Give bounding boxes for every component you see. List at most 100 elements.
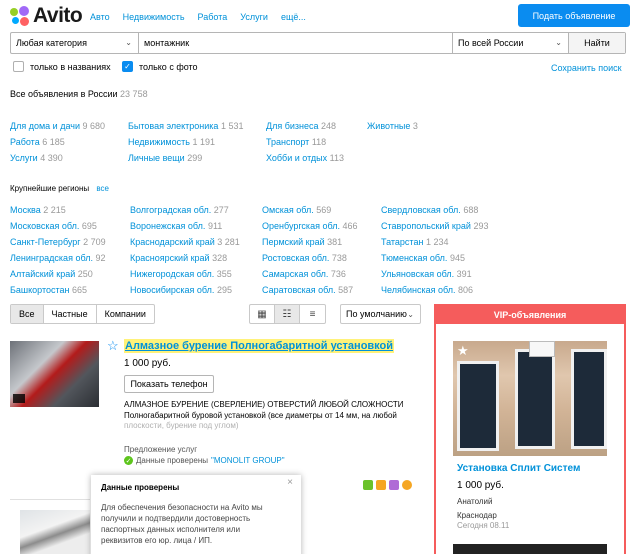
category-link[interactable]: Животные 3 (367, 121, 418, 131)
listing-photo[interactable] (10, 341, 99, 407)
vip-icon[interactable] (389, 480, 399, 490)
region-link[interactable]: Татарстан 1 234 (381, 237, 448, 247)
verified-label[interactable]: Данные проверены (136, 456, 208, 465)
region-link[interactable]: Московская обл. 695 (10, 221, 97, 231)
premium-icon[interactable] (402, 480, 412, 490)
category-link[interactable]: Работа 6 185 (10, 137, 65, 147)
region-link[interactable]: Воронежская обл. 911 (130, 221, 222, 231)
category-count: 113 (329, 153, 344, 163)
post-ad-button[interactable]: Подать объявление (518, 4, 630, 27)
category-link[interactable]: Хобби и отдых 113 (266, 153, 344, 163)
region-link[interactable]: Самарская обл. 736 (262, 269, 346, 279)
view-switcher: ▦ ☷ ≡ (249, 304, 326, 324)
video-icon (13, 394, 25, 403)
tab-private[interactable]: Частные (44, 305, 97, 323)
category-link[interactable]: Для бизнеса 248 (266, 121, 336, 131)
nav-jobs[interactable]: Работа (198, 12, 228, 22)
search-query: монтажник (144, 38, 190, 48)
search-bar: Любая категория ⌄ монтажник По всей Росс… (10, 32, 626, 54)
total-number: 23 758 (120, 89, 148, 99)
search-input[interactable]: монтажник (139, 33, 453, 53)
regions-all-link[interactable]: все (96, 184, 109, 193)
category-label: Недвижимость (128, 137, 190, 147)
category-select[interactable]: Любая категория ⌄ (11, 33, 139, 53)
region-link[interactable]: Красноярский край 328 (130, 253, 227, 263)
titles-only-checkbox[interactable]: только в названиях (13, 61, 111, 72)
region-link[interactable]: Ставропольский край 293 (381, 221, 488, 231)
region-link[interactable]: Ростовская обл. 738 (262, 253, 347, 263)
category-link[interactable]: Бытовая электроника 1 531 (128, 121, 243, 131)
region-link[interactable]: Тюменская обл. 945 (381, 253, 465, 263)
region-count: 295 (216, 285, 232, 295)
listing-photo[interactable] (20, 510, 90, 554)
region-count: 391 (456, 269, 472, 279)
category-count: 3 (412, 121, 418, 131)
region-link[interactable]: Нижегородская обл. 355 (130, 269, 232, 279)
category-link[interactable]: Недвижимость 1 191 (128, 137, 215, 147)
category-label: Для бизнеса (266, 121, 319, 131)
region-link[interactable]: Краснодарский край 3 281 (130, 237, 240, 247)
region-link[interactable]: Пермский край 381 (262, 237, 342, 247)
region-link[interactable]: Санкт-Петербург 2 709 (10, 237, 106, 247)
region-link[interactable]: Москва 2 215 (10, 205, 66, 215)
region-count: 293 (473, 221, 489, 231)
region-link[interactable]: Ленинградская обл. 92 (10, 253, 105, 263)
favorite-star-icon[interactable]: ☆ (107, 338, 119, 354)
category-count: 1 531 (220, 121, 244, 131)
region-link[interactable]: Оренбургская обл. 466 (262, 221, 358, 231)
category-label: Бытовая электроника (128, 121, 219, 131)
region-value: По всей России (458, 38, 524, 48)
region-link[interactable]: Башкортостан 665 (10, 285, 87, 295)
highlight-icon[interactable] (376, 480, 386, 490)
nav-more[interactable]: ещё... (281, 12, 306, 22)
logo-text: Avito (33, 4, 83, 27)
vip-photo[interactable] (453, 544, 607, 554)
category-link[interactable]: Личные вещи 299 (128, 153, 202, 163)
region-link[interactable]: Челябинская обл. 806 (381, 285, 473, 295)
nav-auto[interactable]: Авто (90, 12, 110, 22)
region-label: Пермский край (262, 237, 325, 247)
sort-select[interactable]: По умолчанию ⌄ (340, 304, 421, 324)
vip-photo[interactable] (453, 341, 607, 456)
company-link[interactable]: "MONOLIT GROUP" (211, 456, 285, 465)
grid-view-icon[interactable]: ▦ (250, 305, 275, 323)
service-type: Предложение услуг (124, 445, 198, 454)
listing-description: АЛМАЗНОЕ БУРЕНИЕ (СВЕРЛЕНИЕ) ОТВЕРСТИЙ Л… (124, 400, 404, 409)
close-icon[interactable]: × (287, 477, 293, 488)
divider (10, 499, 90, 500)
region-label: Московская обл. (10, 221, 80, 231)
sort-value: По умолчанию (346, 309, 407, 319)
search-button[interactable]: Найти (569, 33, 625, 53)
avito-logo[interactable]: Avito (10, 4, 83, 28)
show-phone-button[interactable]: Показать телефон (124, 375, 214, 393)
category-link[interactable]: Услуги 4 390 (10, 153, 63, 163)
tab-companies[interactable]: Компании (97, 305, 154, 323)
up-arrow-icon[interactable] (363, 480, 373, 490)
category-count: 4 390 (40, 153, 63, 163)
with-photo-checkbox[interactable]: ✓ только с фото (122, 61, 198, 72)
list-view-icon[interactable]: ☷ (275, 305, 300, 323)
listing-title[interactable]: Алмазное бурение Полногабаритной установ… (124, 339, 395, 353)
compact-view-icon[interactable]: ≡ (300, 305, 325, 323)
favorite-star-icon[interactable]: ★ (457, 343, 469, 359)
region-link[interactable]: Саратовская обл. 587 (262, 285, 353, 295)
vip-listing-title[interactable]: Установка Сплит Систем (457, 463, 580, 474)
save-search-link[interactable]: Сохранить поиск (551, 63, 622, 73)
region-link[interactable]: Волгоградская обл. 277 (130, 205, 229, 215)
top-nav: Авто Недвижимость Работа Услуги ещё... (90, 12, 306, 22)
category-label: Личные вещи (128, 153, 185, 163)
tab-all[interactable]: Все (11, 305, 44, 323)
vip-seller-name: Анатолий (457, 497, 493, 506)
region-link[interactable]: Новосибирская обл. 295 (130, 285, 232, 295)
category-link[interactable]: Для дома и дачи 9 680 (10, 121, 105, 131)
region-link[interactable]: Свердловская обл. 688 (381, 205, 478, 215)
nav-services[interactable]: Услуги (240, 12, 268, 22)
region-link[interactable]: Ульяновская обл. 391 (381, 269, 472, 279)
vip-date: Сегодня 08.11 (457, 521, 510, 530)
region-link[interactable]: Омская обл. 569 (262, 205, 331, 215)
region-select[interactable]: По всей России ⌄ (453, 33, 569, 53)
nav-realty[interactable]: Недвижимость (123, 12, 185, 22)
category-link[interactable]: Транспорт 118 (266, 137, 326, 147)
region-label: Санкт-Петербург (10, 237, 81, 247)
region-link[interactable]: Алтайский край 250 (10, 269, 93, 279)
